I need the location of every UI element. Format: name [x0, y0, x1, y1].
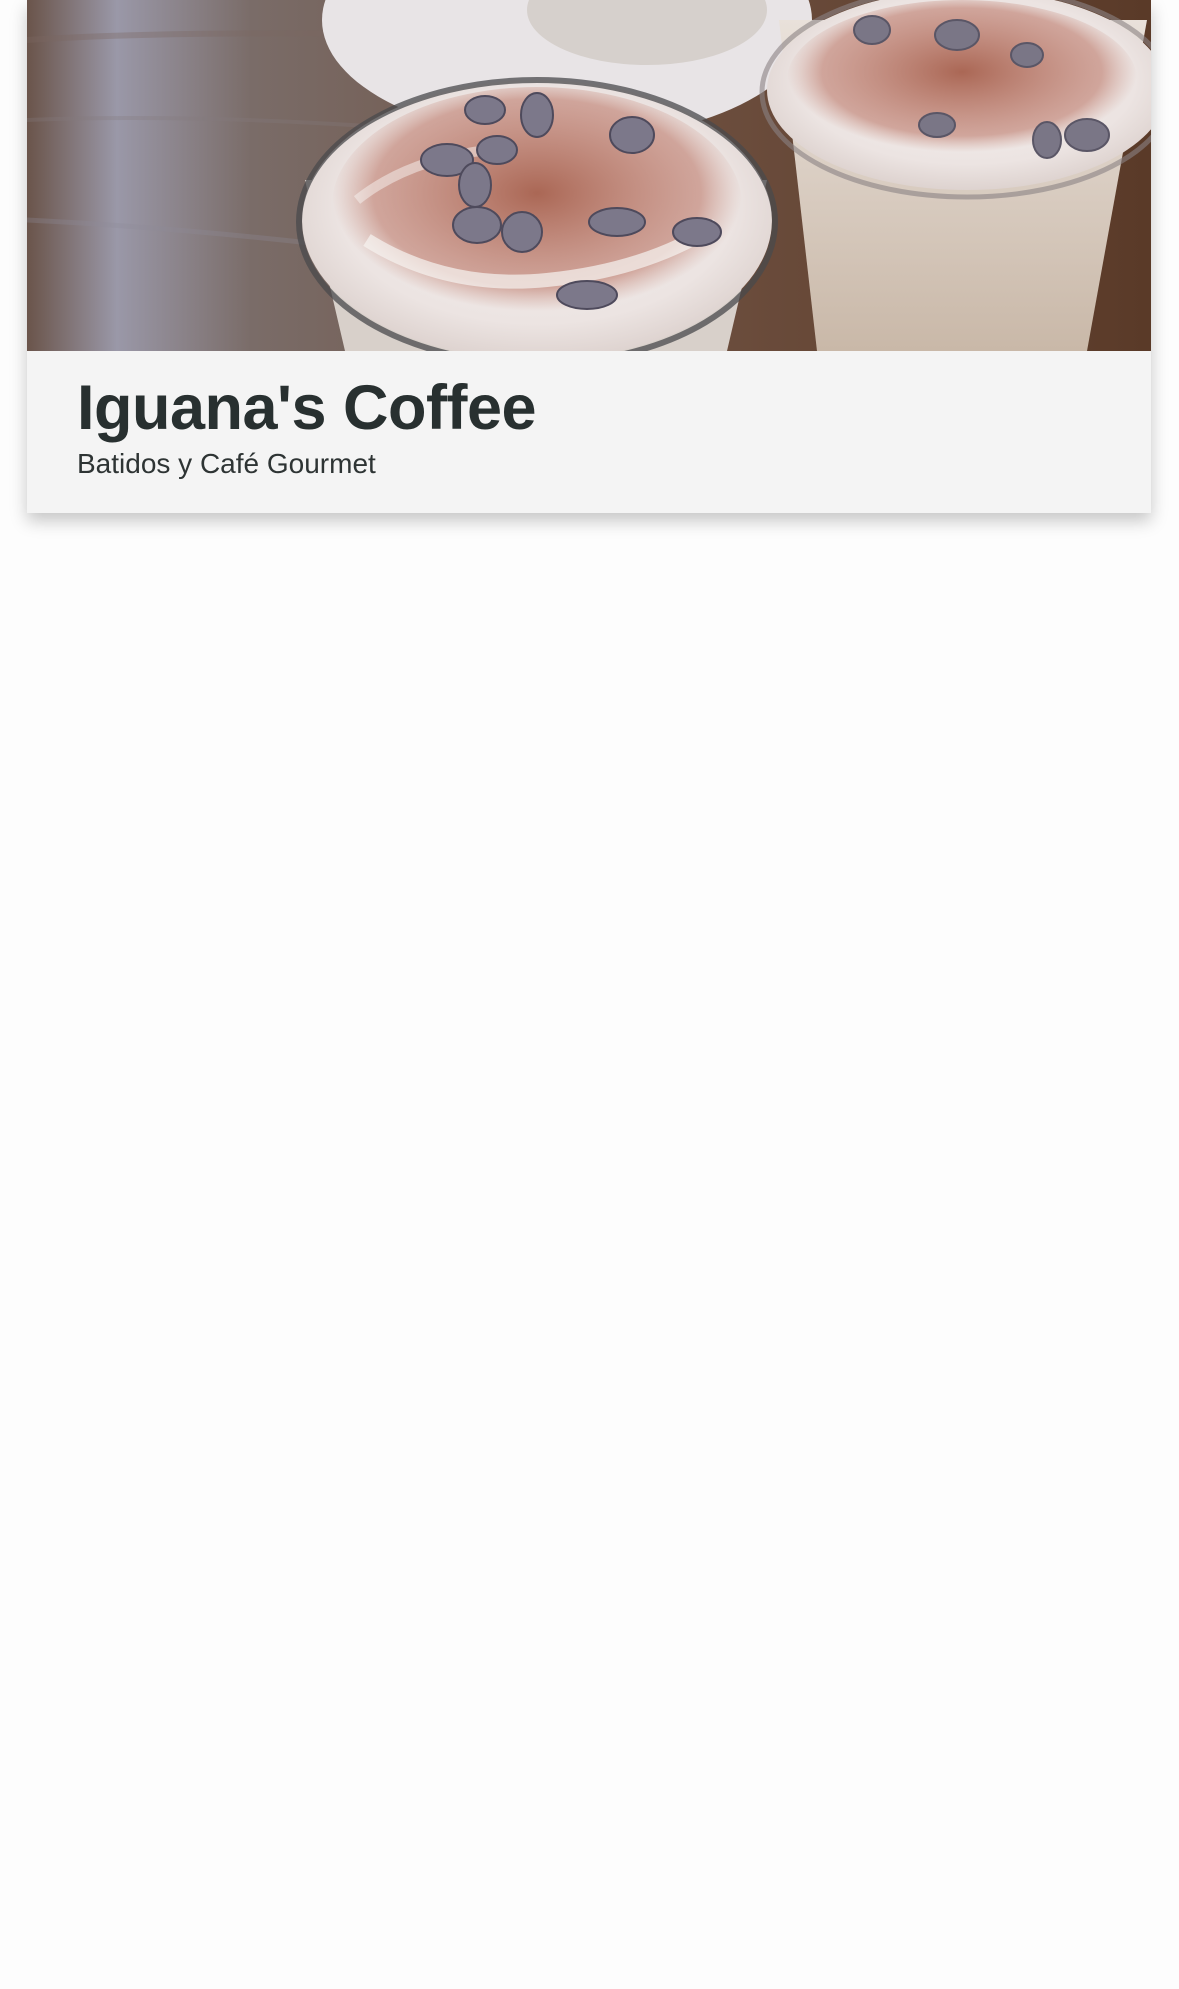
- milkshake-photo: [27, 0, 1151, 351]
- page-subtitle: Batidos y Café Gourmet: [77, 448, 376, 480]
- hero-image: [27, 0, 1151, 351]
- page-title: Iguana's Coffee: [77, 373, 537, 443]
- title-area: Iguana's Coffee Batidos y Café Gourmet: [27, 351, 1151, 513]
- header-card: Iguana's Coffee Batidos y Café Gourmet: [27, 0, 1151, 513]
- page: Iguana's Coffee Batidos y Café Gourmet: [0, 0, 1179, 1989]
